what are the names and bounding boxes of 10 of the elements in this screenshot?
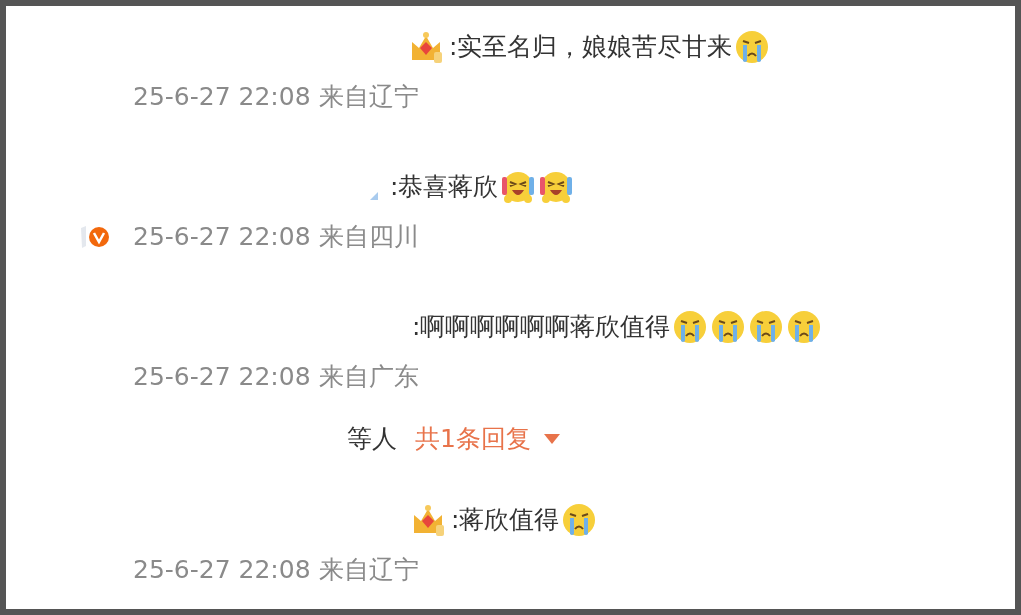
replier-text: 等人: [347, 423, 397, 456]
comment-text: :恭喜蒋欣: [390, 171, 499, 204]
timestamp-location: 25-6-27 22:08 来自辽宁: [133, 554, 419, 587]
replies-link[interactable]: 共1条回复: [415, 420, 561, 458]
comment-text: :蒋欣值得: [451, 504, 560, 537]
comment-text: :啊啊啊啊啊啊蒋欣值得: [412, 311, 671, 344]
timestamp-location: 25-6-27 22:08 来自辽宁: [133, 81, 419, 114]
timestamp-location: 25-6-27 22:08 来自广东: [133, 361, 419, 394]
comment-text: :实至名归，娘娘苦尽甘来: [449, 31, 733, 64]
timestamp-location: 25-6-27 22:08 来自四川: [133, 221, 419, 254]
